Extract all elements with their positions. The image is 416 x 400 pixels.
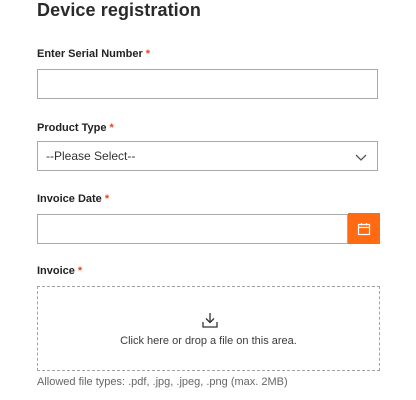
invoice-date-input[interactable]	[37, 214, 348, 244]
required-mark: *	[104, 193, 110, 205]
product-type-label-text: Product Type	[37, 122, 107, 134]
chevron-down-icon	[355, 154, 367, 161]
invoice-dropzone[interactable]: Click here or drop a file on this area.	[37, 286, 380, 371]
serial-number-label: Enter Serial Number *	[37, 47, 150, 61]
product-type-selected-value: --Please Select--	[46, 149, 136, 163]
device-registration-form: Device registration Enter Serial Number *…	[0, 0, 416, 400]
serial-number-label-text: Enter Serial Number	[37, 48, 143, 60]
allowed-file-types: Allowed file types: .pdf, .jpg, .jpeg, .…	[37, 376, 288, 388]
required-mark: *	[77, 265, 83, 277]
dropzone-text: Click here or drop a file on this area.	[120, 335, 297, 347]
calendar-icon	[357, 222, 371, 235]
calendar-button[interactable]	[348, 213, 380, 244]
invoice-date-label: Invoice Date *	[37, 192, 109, 206]
page-title: Device registration	[37, 0, 201, 20]
invoice-label-text: Invoice	[37, 265, 75, 277]
download-icon	[202, 313, 218, 328]
product-type-select[interactable]: --Please Select--	[37, 141, 378, 171]
invoice-date-label-text: Invoice Date	[37, 193, 102, 205]
serial-number-input[interactable]	[37, 69, 378, 99]
required-mark: *	[145, 48, 151, 60]
product-type-label: Product Type *	[37, 121, 114, 135]
invoice-label: Invoice *	[37, 264, 82, 278]
required-mark: *	[109, 122, 114, 134]
